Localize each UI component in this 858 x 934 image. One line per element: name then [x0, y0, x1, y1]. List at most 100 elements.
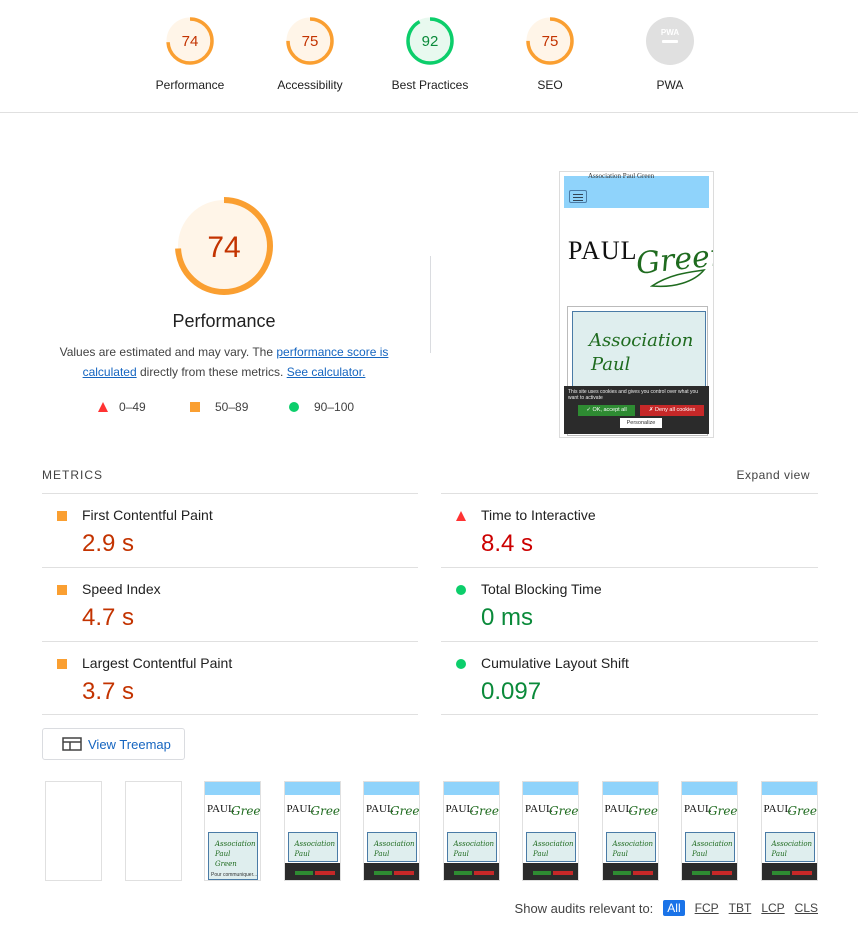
- metric-label: Cumulative Layout Shift: [481, 655, 629, 671]
- thumb-header: [602, 782, 658, 795]
- see-calculator-link[interactable]: See calculator.: [287, 365, 366, 379]
- filter-label: Show audits relevant to:: [514, 900, 654, 916]
- metric-largest-contentful-paint: Largest Contentful Paint 3.7 s: [42, 641, 418, 715]
- thumb-banner: Association Paul: [764, 832, 815, 862]
- performance-gauge-large: 74: [175, 197, 273, 295]
- metrics-heading: METRICS: [42, 468, 103, 482]
- filter-cls[interactable]: CLS: [795, 901, 818, 915]
- metric-label: Time to Interactive: [481, 507, 596, 523]
- cookie-banner: This site uses cookies and gives you con…: [564, 386, 709, 434]
- performance-title: Performance: [172, 311, 276, 331]
- gauge-ring: 75: [526, 17, 574, 65]
- view-treemap-label: View Treemap: [88, 736, 171, 752]
- metric-time-to-interactive: Time to Interactive 8.4 s: [441, 493, 818, 567]
- banner-line: Association: [589, 330, 694, 351]
- metric-total-blocking-time: Total Blocking Time 0 ms: [441, 567, 818, 641]
- gauge-seo[interactable]: 75 SEO: [500, 16, 600, 92]
- desc-text: Values are estimated and may vary. The: [59, 345, 277, 359]
- metric-label: First Contentful Paint: [82, 507, 213, 523]
- vertical-divider: [430, 256, 431, 353]
- circle-icon: [289, 402, 299, 412]
- gauge-pwa[interactable]: PWA PWA: [620, 16, 720, 92]
- thumb-logo-green: Green: [390, 804, 420, 818]
- audit-filter: Show audits relevant to: All FCP TBT LCP…: [515, 900, 818, 916]
- metric-label: Largest Contentful Paint: [82, 655, 233, 671]
- thumb-logo-green: Green: [310, 804, 341, 818]
- thumb-cookie-banner: [761, 863, 817, 880]
- triangle-icon: [98, 402, 108, 412]
- expand-view-toggle[interactable]: Expand view: [736, 468, 810, 482]
- deny-cookies-button[interactable]: ✗ Deny all cookies: [640, 405, 704, 416]
- thumb-cookie-banner: [682, 863, 737, 880]
- personalize-button[interactable]: Personalize: [620, 418, 662, 428]
- filmstrip-frame: PAULGreenAssociationPaul: [442, 781, 500, 881]
- metrics-divider: [441, 714, 818, 715]
- logo-paul: PAUL: [568, 236, 638, 265]
- gauge-score: 75: [542, 33, 559, 50]
- metric-value: 2.9 s: [82, 530, 135, 557]
- metrics-divider: [42, 714, 418, 715]
- performance-score-large: 74: [207, 231, 240, 264]
- legend-range: 0–49: [119, 400, 146, 414]
- thumb-cookie-banner: [443, 863, 499, 880]
- square-icon: [57, 585, 67, 595]
- metric-label: Speed Index: [82, 581, 161, 597]
- thumb-banner: Association Paul: [287, 832, 338, 862]
- filmstrip-frame: [124, 781, 182, 881]
- banner-image: Association Paul: [572, 311, 706, 391]
- metric-value: 0.097: [481, 678, 542, 705]
- thumb-cookie-banner: [284, 863, 340, 880]
- thumb-header: [443, 782, 499, 795]
- filmstrip-frame: PAULGreenAssociationPaulGreenPour commun…: [204, 781, 261, 881]
- thumb-small-text: Pour communiquer...: [211, 872, 258, 878]
- thumb-banner: Association Paul: [367, 832, 417, 862]
- site-header: Association Paul Green: [564, 172, 709, 208]
- metric-value: 0 ms: [481, 604, 534, 631]
- pwa-badge-icon: PWA: [646, 17, 694, 65]
- square-icon: [190, 402, 200, 412]
- thumb-banner: Association Paul: [685, 832, 735, 862]
- thumb-logo-green: Green: [549, 804, 579, 818]
- circle-icon: [456, 585, 466, 595]
- final-screenshot[interactable]: Association Paul Green PAUL Green Associ…: [559, 171, 714, 438]
- legend-average: 50–89: [189, 400, 248, 414]
- legend-fail: 0–49: [97, 400, 146, 414]
- pwa-badge-text: PWA: [661, 28, 679, 37]
- thumb-banner: Association Paul: [526, 832, 576, 862]
- filmstrip-frame: PAULGreenAssociationPaul: [760, 781, 818, 881]
- thumb-logo-green: Green: [708, 804, 738, 818]
- leaf-icon: [650, 268, 706, 288]
- filter-all[interactable]: All: [663, 900, 685, 916]
- treemap-icon: [62, 737, 82, 751]
- filmstrip-frame: PAULGreenAssociationPaul: [522, 781, 579, 881]
- filmstrip-frame: PAULGreenAssociationPaul: [283, 781, 341, 881]
- cookie-text: This site uses cookies and gives you con…: [568, 389, 699, 401]
- banner-line: Paul: [591, 354, 631, 375]
- thumb-logo-green: Green: [628, 804, 659, 818]
- accept-cookies-button[interactable]: ✓ OK, accept all: [578, 405, 635, 416]
- filter-lcp[interactable]: LCP: [761, 901, 784, 915]
- filter-tbt[interactable]: TBT: [729, 901, 752, 915]
- legend-range: 50–89: [215, 400, 249, 414]
- view-treemap-button[interactable]: View Treemap: [42, 728, 185, 760]
- legend-range: 90–100: [314, 400, 355, 414]
- performance-description: Values are estimated and may vary. The p…: [54, 342, 394, 382]
- metric-value: 8.4 s: [481, 530, 534, 557]
- thumb-cookie-banner: [602, 863, 658, 880]
- gauge-label: PWA: [656, 78, 684, 92]
- filmstrip-frame: PAULGreenAssociationPaul: [681, 781, 738, 881]
- metric-value: 4.7 s: [82, 604, 135, 631]
- desc-text: directly from these metrics.: [136, 365, 287, 379]
- thumb-cookie-banner: [364, 863, 419, 880]
- filmstrip-frame: [45, 781, 102, 881]
- legend-pass: 90–100: [288, 400, 354, 414]
- hamburger-icon: [569, 190, 587, 203]
- filter-fcp[interactable]: FCP: [695, 901, 719, 915]
- metric-speed-index: Speed Index 4.7 s: [42, 567, 418, 641]
- circle-icon: [456, 659, 466, 669]
- thumb-logo-green: Green: [469, 804, 500, 818]
- square-icon: [57, 511, 67, 521]
- thumb-banner: Association Paul: [605, 832, 656, 862]
- metric-value: 3.7 s: [82, 678, 135, 705]
- thumb-cookie-banner: [523, 863, 578, 880]
